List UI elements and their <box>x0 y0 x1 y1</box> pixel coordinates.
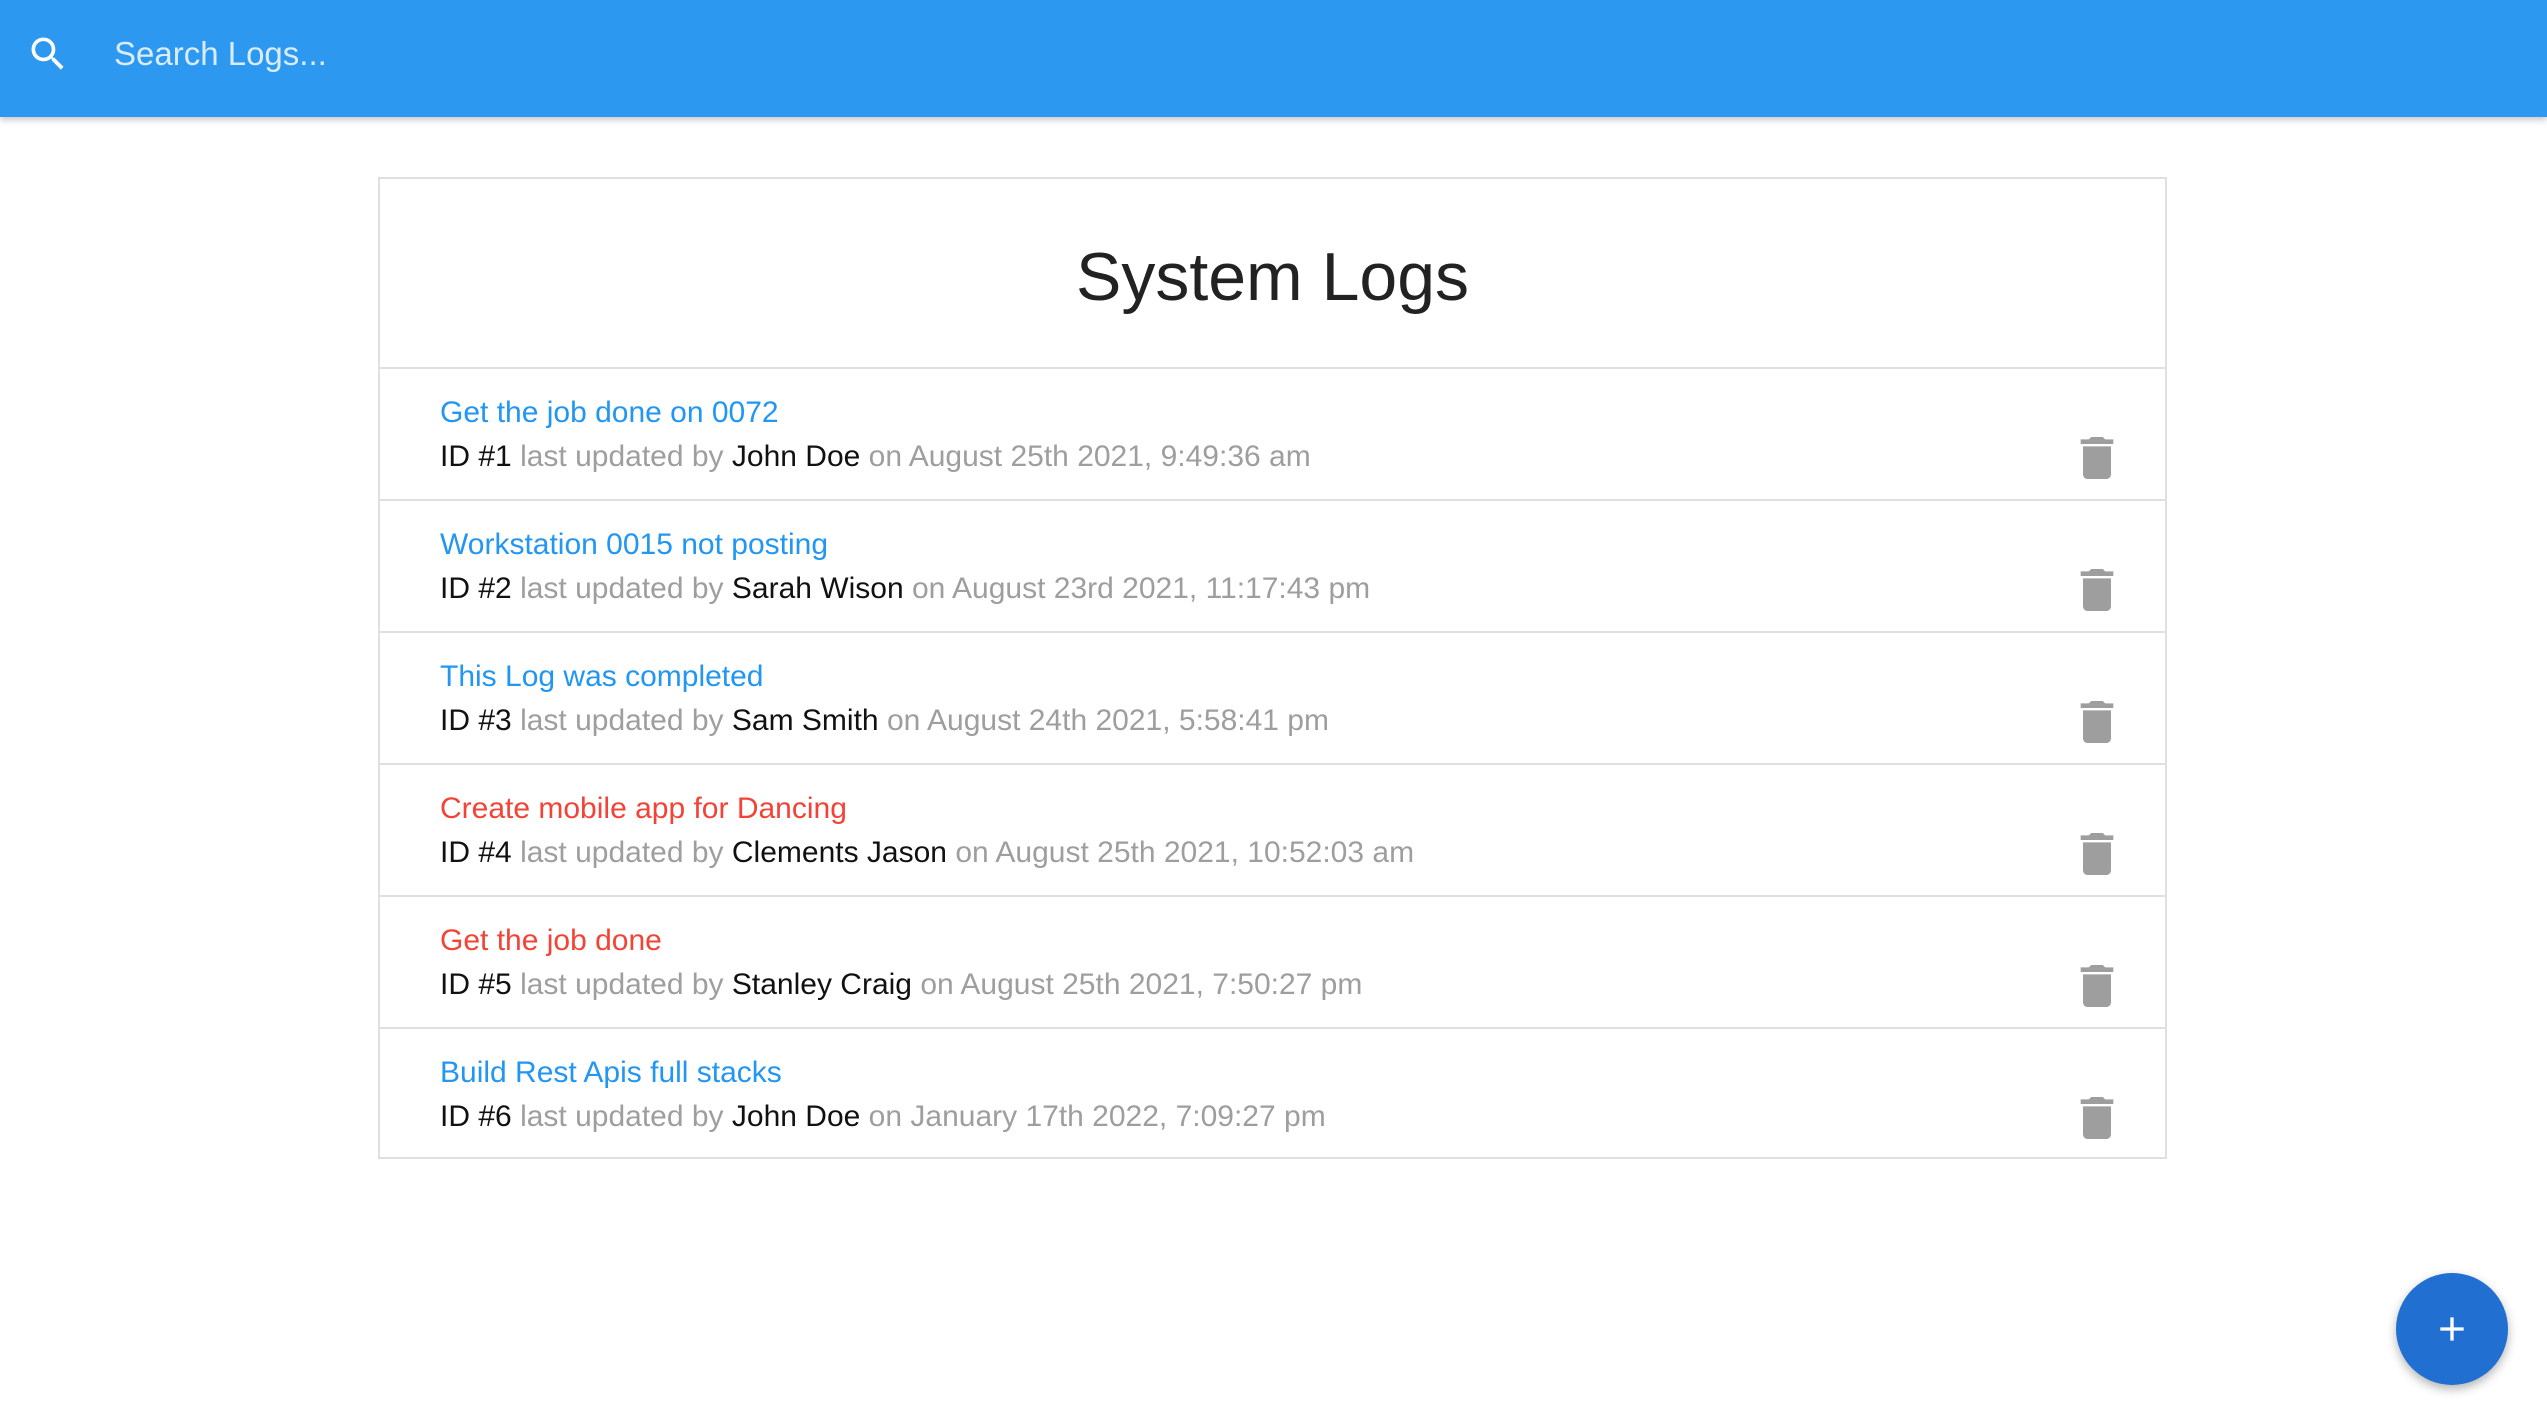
id-prefix: ID # <box>440 440 496 473</box>
log-item: Get the job done ID #5 last updated by S… <box>380 897 2165 1029</box>
log-message-link[interactable]: Create mobile app for Dancing <box>440 789 847 829</box>
log-id-label: ID #6 <box>440 1100 512 1133</box>
log-list-body: Get the job done on 0072 ID #1 last upda… <box>380 369 2165 1161</box>
log-id-label: ID #1 <box>440 440 512 473</box>
id-prefix: ID # <box>440 572 496 605</box>
log-id: 5 <box>495 968 512 1001</box>
page-title: System Logs <box>1075 239 1470 315</box>
system-logs-card: System Logs Get the job done on 0072 ID … <box>378 177 2167 1159</box>
updated-by-label: last updated by <box>520 572 724 605</box>
id-prefix: ID # <box>440 836 496 869</box>
on-label: on <box>886 704 921 737</box>
delete-icon[interactable] <box>2079 833 2115 875</box>
log-tech: Clements Jason <box>731 836 947 869</box>
log-item: Get the job done on 0072 ID #1 last upda… <box>380 369 2165 501</box>
delete-icon[interactable] <box>2079 965 2115 1007</box>
log-meta: ID #2 last updated by Sarah Wison on Aug… <box>440 569 1370 609</box>
log-item: Workstation 0015 not posting ID #2 last … <box>380 501 2165 633</box>
on-label: on <box>868 440 903 473</box>
log-message-link[interactable]: Build Rest Apis full stacks <box>440 1053 782 1093</box>
delete-icon[interactable] <box>2079 701 2115 743</box>
updated-by-label: last updated by <box>520 836 724 869</box>
log-id-label: ID #2 <box>440 572 512 605</box>
log-tech: Sarah Wison <box>731 572 904 605</box>
log-item: Create mobile app for Dancing ID #4 last… <box>380 765 2165 897</box>
on-label: on <box>911 572 946 605</box>
log-id: 6 <box>495 1100 512 1133</box>
log-tech: John Doe <box>731 440 861 473</box>
log-meta: ID #1 last updated by John Doe on August… <box>440 437 1311 477</box>
log-date: August 23rd 2021, 11:17:43 pm <box>952 572 1371 605</box>
on-label: on <box>920 968 954 1001</box>
delete-icon[interactable] <box>2079 569 2115 611</box>
log-tech: John Doe <box>731 1100 861 1133</box>
log-message-link[interactable]: Get the job done <box>440 921 662 961</box>
log-id: 3 <box>495 704 512 737</box>
log-id: 1 <box>495 440 512 473</box>
log-date: August 25th 2021, 7:50:27 pm <box>960 968 1363 1001</box>
log-id-label: ID #3 <box>440 704 512 737</box>
top-navbar <box>0 0 2547 117</box>
log-tech: Sam Smith <box>731 704 879 737</box>
log-meta: ID #4 last updated by Clements Jason on … <box>440 833 1414 873</box>
log-meta: ID #6 last updated by John Doe on Januar… <box>440 1097 1326 1137</box>
log-meta: ID #5 last updated by Stanley Craig on A… <box>440 965 1362 1005</box>
log-item: This Log was completed ID #3 last update… <box>380 633 2165 765</box>
updated-by-label: last updated by <box>520 968 724 1001</box>
log-message-link[interactable]: Get the job done on 0072 <box>440 393 779 433</box>
id-prefix: ID # <box>440 704 496 737</box>
delete-icon[interactable] <box>2079 1097 2115 1139</box>
updated-by-label: last updated by <box>520 440 724 473</box>
log-id-label: ID #5 <box>440 968 512 1001</box>
id-prefix: ID # <box>440 1100 496 1133</box>
log-date: August 25th 2021, 10:52:03 am <box>995 836 1415 869</box>
log-item: Build Rest Apis full stacks ID #6 last u… <box>380 1029 2165 1161</box>
log-date: January 17th 2022, 7:09:27 pm <box>910 1100 1326 1133</box>
on-label: on <box>955 836 989 869</box>
id-prefix: ID # <box>440 968 496 1001</box>
log-list: Get the job done on 0072 ID #1 last upda… <box>380 369 2165 1161</box>
log-id: 4 <box>495 836 512 869</box>
log-message-link[interactable]: This Log was completed <box>440 657 764 697</box>
log-id: 2 <box>495 572 512 605</box>
log-meta: ID #3 last updated by Sam Smith on Augus… <box>440 701 1329 741</box>
search-input[interactable] <box>106 26 1322 82</box>
updated-by-label: last updated by <box>520 704 724 737</box>
card-header: System Logs <box>380 179 2165 369</box>
log-date: August 24th 2021, 5:58:41 pm <box>927 704 1329 737</box>
log-tech: Stanley Craig <box>731 968 912 1001</box>
log-message-link[interactable]: Workstation 0015 not posting <box>440 525 828 565</box>
updated-by-label: last updated by <box>520 1100 724 1133</box>
delete-icon[interactable] <box>2079 437 2115 479</box>
log-date: August 25th 2021, 9:49:36 am <box>908 440 1311 473</box>
add-log-button[interactable] <box>2396 1273 2508 1385</box>
plus-icon <box>2440 1317 2464 1341</box>
log-id-label: ID #4 <box>440 836 512 869</box>
on-label: on <box>868 1100 903 1133</box>
search-icon[interactable] <box>26 32 70 76</box>
